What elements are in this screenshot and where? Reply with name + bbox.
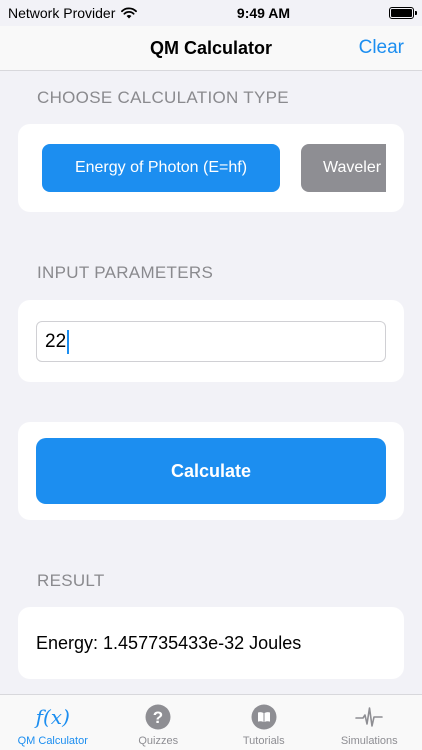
tab-tutorials[interactable]: Tutorials bbox=[211, 695, 317, 750]
tab-qm-calculator[interactable]: f(x) QM Calculator bbox=[0, 695, 106, 750]
input-card: 22 bbox=[18, 300, 404, 382]
status-bar: Network Provider 9:49 AM bbox=[0, 0, 422, 26]
tab-quizzes[interactable]: ? Quizzes bbox=[106, 695, 212, 750]
result-header: RESULT bbox=[37, 571, 105, 590]
tab-label: QM Calculator bbox=[17, 735, 88, 747]
waveform-icon bbox=[355, 703, 384, 731]
parameter-input-value: 22 bbox=[45, 330, 67, 352]
fx-icon: f(x) bbox=[35, 705, 70, 729]
calc-type-header: CHOOSE CALCULATION TYPE bbox=[37, 88, 289, 107]
tab-label: Tutorials bbox=[242, 735, 285, 747]
battery-icon bbox=[389, 7, 417, 19]
tab-label: Simulations bbox=[340, 735, 398, 747]
calc-type-wavelength-button[interactable]: Waveler bbox=[301, 144, 386, 192]
calc-type-card: Energy of Photon (E=hf) Waveler bbox=[18, 124, 404, 212]
tab-simulations[interactable]: Simulations bbox=[317, 695, 422, 750]
result-text: Energy: 1.457735433e-32 Joules bbox=[36, 633, 302, 653]
parameter-input[interactable]: 22 bbox=[36, 321, 386, 362]
status-time: 9:49 AM bbox=[236, 5, 291, 21]
text-caret bbox=[67, 329, 70, 354]
calculate-button[interactable]: Calculate bbox=[36, 438, 386, 504]
status-left: Network Provider bbox=[8, 5, 158, 21]
question-circle-icon: ? bbox=[145, 703, 171, 731]
calculate-card: Calculate bbox=[18, 422, 404, 520]
wifi-icon bbox=[121, 7, 138, 19]
book-icon bbox=[251, 703, 277, 731]
tab-bar: f(x) QM Calculator ? Quizzes Tutorials S… bbox=[0, 694, 422, 750]
input-params-header: INPUT PARAMETERS bbox=[37, 263, 214, 282]
clear-button[interactable]: Clear bbox=[359, 37, 404, 59]
navigation-bar: QM Calculator Clear bbox=[0, 26, 422, 71]
tab-label: Quizzes bbox=[138, 735, 179, 747]
calc-type-energy-button[interactable]: Energy of Photon (E=hf) bbox=[42, 144, 280, 192]
svg-text:?: ? bbox=[153, 708, 163, 727]
result-card: Energy: 1.457735433e-32 Joules bbox=[18, 607, 404, 679]
carrier-label: Network Provider bbox=[8, 5, 116, 21]
page-title: QM Calculator bbox=[149, 37, 273, 58]
calc-type-scroller[interactable]: Energy of Photon (E=hf) Waveler bbox=[42, 144, 386, 192]
